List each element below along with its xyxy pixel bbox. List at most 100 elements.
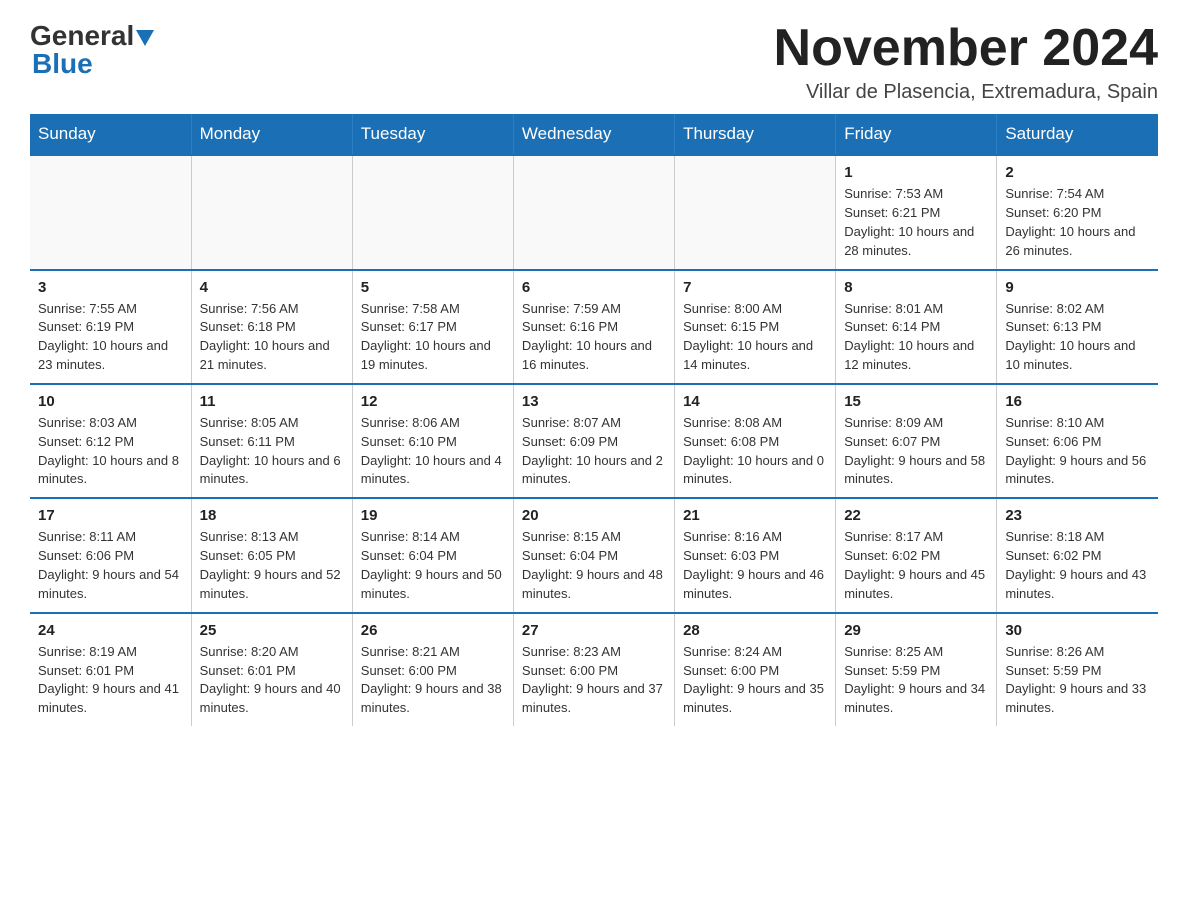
- day-number: 10: [38, 393, 183, 410]
- title-section: November 2024 Villar de Plasencia, Extre…: [774, 20, 1158, 104]
- day-number: 14: [683, 393, 827, 410]
- day-number: 3: [38, 279, 183, 296]
- day-number: 23: [1005, 507, 1150, 524]
- calendar-week-4: 17Sunrise: 8:11 AMSunset: 6:06 PMDayligh…: [30, 498, 1158, 612]
- calendar-cell: 25 Sunrise: 8:20 AMSunset: 6:01 PMDayligh…: [191, 613, 352, 726]
- day-info: Sunrise: 8:20 AMSunset: 6:01 PMDaylight:…: [200, 643, 344, 718]
- day-number: 24: [38, 622, 183, 639]
- day-info: Sunrise: 8:01 AMSunset: 6:14 PMDaylight:…: [844, 300, 988, 375]
- calendar-cell: 24 Sunrise: 8:19 AMSunset: 6:01 PMDayligh…: [30, 613, 191, 726]
- calendar-week-3: 10 Sunrise: 8:03 AMSunset: 6:12 PMDayligh…: [30, 384, 1158, 498]
- day-info: Sunrise: 8:26 AMSunset: 5:59 PMDaylight:…: [1005, 643, 1150, 718]
- month-title: November 2024: [774, 20, 1158, 77]
- calendar-cell: 13 Sunrise: 8:07 AMSunset: 6:09 PMDayligh…: [513, 384, 674, 498]
- calendar-cell: 23 Sunrise: 8:18 AMSunset: 6:02 PMDayligh…: [997, 498, 1158, 612]
- calendar-cell: 27Sunrise: 8:23 AMSunset: 6:00 PMDayligh…: [513, 613, 674, 726]
- location-text: Villar de Plasencia, Extremadura, Spain: [774, 81, 1158, 104]
- calendar-cell: 6 Sunrise: 7:59 AMSunset: 6:16 PMDaylight…: [513, 270, 674, 384]
- calendar-cell: 15Sunrise: 8:09 AMSunset: 6:07 PMDayligh…: [836, 384, 997, 498]
- calendar-cell: [30, 155, 191, 269]
- calendar-cell: 26 Sunrise: 8:21 AMSunset: 6:00 PMDayligh…: [352, 613, 513, 726]
- day-number: 18: [200, 507, 344, 524]
- day-info: Sunrise: 8:07 AMSunset: 6:09 PMDaylight:…: [522, 414, 666, 489]
- day-number: 7: [683, 279, 827, 296]
- day-info: Sunrise: 8:03 AMSunset: 6:12 PMDaylight:…: [38, 414, 183, 489]
- day-number: 29: [844, 622, 988, 639]
- calendar-cell: 22 Sunrise: 8:17 AMSunset: 6:02 PMDayligh…: [836, 498, 997, 612]
- day-info: Sunrise: 8:11 AMSunset: 6:06 PMDaylight:…: [38, 528, 183, 603]
- calendar-cell: 10 Sunrise: 8:03 AMSunset: 6:12 PMDayligh…: [30, 384, 191, 498]
- calendar-cell: [191, 155, 352, 269]
- calendar-cell: 21 Sunrise: 8:16 AMSunset: 6:03 PMDayligh…: [675, 498, 836, 612]
- calendar-cell: [675, 155, 836, 269]
- day-number: 20: [522, 507, 666, 524]
- calendar-cell: 29 Sunrise: 8:25 AMSunset: 5:59 PMDayligh…: [836, 613, 997, 726]
- day-info: Sunrise: 8:10 AMSunset: 6:06 PMDaylight:…: [1005, 414, 1150, 489]
- calendar-cell: 5 Sunrise: 7:58 AMSunset: 6:17 PMDaylight…: [352, 270, 513, 384]
- day-number: 27: [522, 622, 666, 639]
- weekday-header-wednesday: Wednesday: [513, 114, 674, 155]
- day-info: Sunrise: 8:16 AMSunset: 6:03 PMDaylight:…: [683, 528, 827, 603]
- logo: General Blue: [30, 20, 154, 80]
- calendar-table: SundayMondayTuesdayWednesdayThursdayFrid…: [30, 114, 1158, 726]
- day-info: Sunrise: 8:00 AMSunset: 6:15 PMDaylight:…: [683, 300, 827, 375]
- day-number: 6: [522, 279, 666, 296]
- day-info: Sunrise: 8:24 AMSunset: 6:00 PMDaylight:…: [683, 643, 827, 718]
- day-info: Sunrise: 8:18 AMSunset: 6:02 PMDaylight:…: [1005, 528, 1150, 603]
- day-number: 5: [361, 279, 505, 296]
- calendar-cell: [513, 155, 674, 269]
- day-number: 9: [1005, 279, 1150, 296]
- day-number: 22: [844, 507, 988, 524]
- calendar-cell: 2 Sunrise: 7:54 AMSunset: 6:20 PMDaylight…: [997, 155, 1158, 269]
- weekday-header-sunday: Sunday: [30, 114, 191, 155]
- calendar-cell: 12 Sunrise: 8:06 AMSunset: 6:10 PMDayligh…: [352, 384, 513, 498]
- day-info: Sunrise: 7:59 AMSunset: 6:16 PMDaylight:…: [522, 300, 666, 375]
- day-number: 28: [683, 622, 827, 639]
- calendar-cell: 7 Sunrise: 8:00 AMSunset: 6:15 PMDaylight…: [675, 270, 836, 384]
- day-number: 26: [361, 622, 505, 639]
- day-info: Sunrise: 7:54 AMSunset: 6:20 PMDaylight:…: [1005, 185, 1150, 260]
- day-info: Sunrise: 8:21 AMSunset: 6:00 PMDaylight:…: [361, 643, 505, 718]
- day-number: 8: [844, 279, 988, 296]
- day-info: Sunrise: 8:14 AMSunset: 6:04 PMDaylight:…: [361, 528, 505, 603]
- calendar-cell: 4 Sunrise: 7:56 AMSunset: 6:18 PMDaylight…: [191, 270, 352, 384]
- day-info: Sunrise: 8:13 AMSunset: 6:05 PMDaylight:…: [200, 528, 344, 603]
- day-info: Sunrise: 8:17 AMSunset: 6:02 PMDaylight:…: [844, 528, 988, 603]
- calendar-week-1: 1Sunrise: 7:53 AMSunset: 6:21 PMDaylight…: [30, 155, 1158, 269]
- calendar-cell: 3Sunrise: 7:55 AMSunset: 6:19 PMDaylight…: [30, 270, 191, 384]
- day-number: 2: [1005, 164, 1150, 181]
- day-info: Sunrise: 8:06 AMSunset: 6:10 PMDaylight:…: [361, 414, 505, 489]
- day-info: Sunrise: 8:19 AMSunset: 6:01 PMDaylight:…: [38, 643, 183, 718]
- day-number: 16: [1005, 393, 1150, 410]
- day-info: Sunrise: 8:08 AMSunset: 6:08 PMDaylight:…: [683, 414, 827, 489]
- calendar-week-2: 3Sunrise: 7:55 AMSunset: 6:19 PMDaylight…: [30, 270, 1158, 384]
- page-header: General Blue November 2024 Villar de Pla…: [30, 20, 1158, 104]
- weekday-header-saturday: Saturday: [997, 114, 1158, 155]
- day-info: Sunrise: 7:58 AMSunset: 6:17 PMDaylight:…: [361, 300, 505, 375]
- day-number: 30: [1005, 622, 1150, 639]
- day-info: Sunrise: 8:02 AMSunset: 6:13 PMDaylight:…: [1005, 300, 1150, 375]
- calendar-cell: 28 Sunrise: 8:24 AMSunset: 6:00 PMDayligh…: [675, 613, 836, 726]
- day-number: 21: [683, 507, 827, 524]
- calendar-cell: 18 Sunrise: 8:13 AMSunset: 6:05 PMDayligh…: [191, 498, 352, 612]
- day-number: 19: [361, 507, 505, 524]
- day-info: Sunrise: 8:25 AMSunset: 5:59 PMDaylight:…: [844, 643, 988, 718]
- logo-arrow-icon: [136, 30, 154, 46]
- day-number: 12: [361, 393, 505, 410]
- calendar-cell: 1Sunrise: 7:53 AMSunset: 6:21 PMDaylight…: [836, 155, 997, 269]
- day-number: 4: [200, 279, 344, 296]
- calendar-cell: 16 Sunrise: 8:10 AMSunset: 6:06 PMDayligh…: [997, 384, 1158, 498]
- day-number: 25: [200, 622, 344, 639]
- calendar-cell: 20Sunrise: 8:15 AMSunset: 6:04 PMDayligh…: [513, 498, 674, 612]
- calendar-cell: 30 Sunrise: 8:26 AMSunset: 5:59 PMDayligh…: [997, 613, 1158, 726]
- weekday-header-friday: Friday: [836, 114, 997, 155]
- calendar-week-5: 24 Sunrise: 8:19 AMSunset: 6:01 PMDayligh…: [30, 613, 1158, 726]
- calendar-cell: [352, 155, 513, 269]
- logo-blue-text: Blue: [32, 48, 93, 80]
- day-number: 13: [522, 393, 666, 410]
- day-info: Sunrise: 7:56 AMSunset: 6:18 PMDaylight:…: [200, 300, 344, 375]
- calendar-cell: 17Sunrise: 8:11 AMSunset: 6:06 PMDayligh…: [30, 498, 191, 612]
- day-number: 15: [844, 393, 988, 410]
- day-number: 1: [844, 164, 988, 181]
- calendar-cell: 11Sunrise: 8:05 AMSunset: 6:11 PMDayligh…: [191, 384, 352, 498]
